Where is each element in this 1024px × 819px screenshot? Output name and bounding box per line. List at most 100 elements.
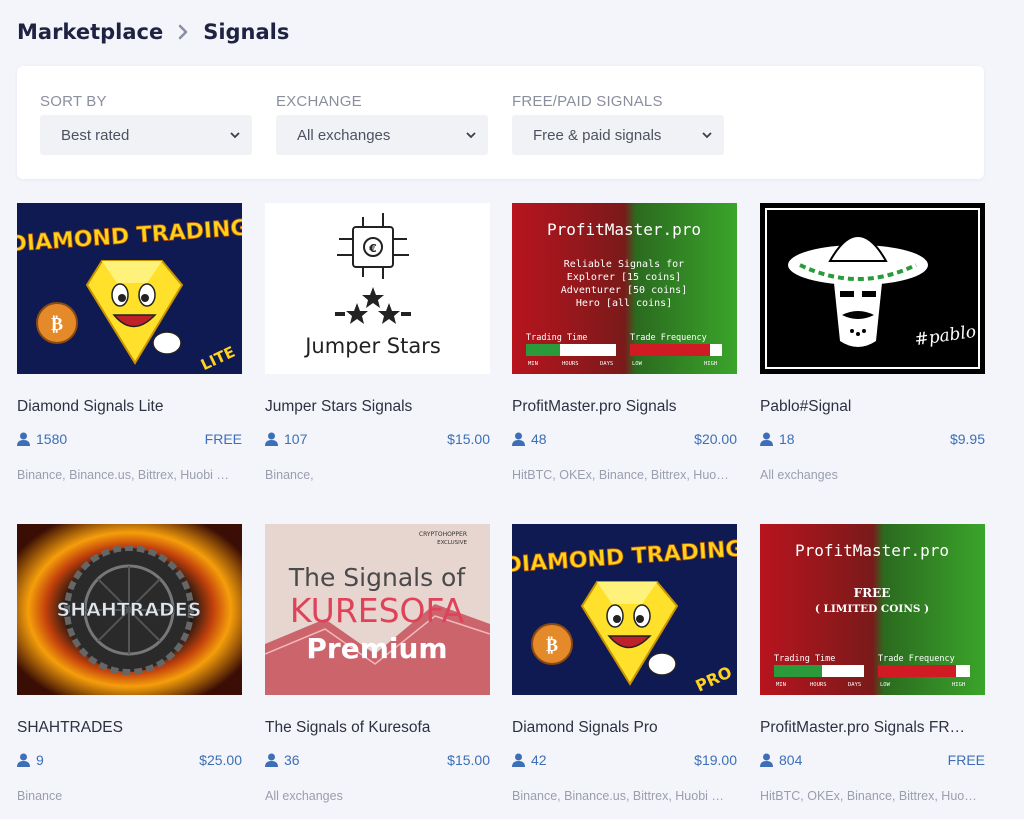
profitmaster-image: ProfitMaster.pro Reliable Signals for Ex… [512, 203, 737, 374]
thumb-line: KURESOFA [290, 591, 465, 630]
breadcrumb-marketplace[interactable]: Marketplace [17, 20, 163, 44]
type-filter: FREE/PAID SIGNALS Free & paid signals [512, 93, 724, 155]
thumb-scale: MIN [528, 361, 538, 367]
signal-thumbnail[interactable]: SHAHTRADES [17, 524, 242, 695]
thumb-badge: EXCLUSIVE [437, 540, 467, 546]
subscriber-number: 107 [284, 431, 308, 447]
card-meta: 804 FREE [760, 751, 985, 769]
subscriber-count: 804 [760, 752, 802, 768]
shahtrades-image: SHAHTRADES [17, 524, 242, 695]
price: FREE [947, 752, 985, 768]
thumb-trading-time: Trading Time [774, 654, 835, 664]
price: FREE [204, 431, 242, 447]
price: $19.00 [694, 752, 737, 768]
breadcrumb: Marketplace Signals [17, 16, 289, 48]
signal-thumbnail[interactable]: € Jumper Stars [265, 203, 490, 374]
thumb-text: Jumper Stars [303, 334, 441, 358]
thumb-scale: HOURS [562, 361, 579, 367]
subscriber-number: 804 [779, 752, 803, 768]
jumper-stars-image: € Jumper Stars [265, 203, 490, 374]
subscriber-count: 48 [512, 431, 547, 447]
card-title[interactable]: Diamond Signals Pro [512, 719, 737, 739]
card-meta: 107 $15.00 [265, 430, 490, 448]
type-select[interactable]: Free & paid signals [512, 115, 724, 155]
card-title[interactable]: The Signals of Kuresofa [265, 719, 490, 739]
chevron-right-icon [178, 24, 188, 40]
signal-thumbnail[interactable]: DIAMOND TRADING ₿ PRO [512, 524, 737, 695]
card-meta: 9 $25.00 [17, 751, 242, 769]
user-icon [760, 753, 773, 767]
exchange-list: HitBTC, OKEx, Binance, Bittrex, Huo… [512, 468, 729, 482]
exchange-list: Binance [17, 789, 63, 803]
card-meta: 48 $20.00 [512, 430, 737, 448]
thumb-line: Premium [306, 632, 447, 665]
diamond-trading-image: DIAMOND TRADING ₿ PRO [512, 524, 737, 695]
exchange-list: All exchanges [265, 789, 343, 803]
thumb-scale: DAYS [600, 361, 613, 367]
signal-thumbnail[interactable]: CRYPTOHOPPER EXCLUSIVE The Signals of KU… [265, 524, 490, 695]
thumb-text: SHAHTRADES [57, 599, 202, 621]
user-icon [265, 753, 278, 767]
subscriber-count: 1580 [17, 431, 67, 447]
sort-value: Best rated [61, 126, 130, 144]
thumb-scale: DAYS [848, 682, 861, 688]
exchange-value: All exchanges [297, 126, 391, 144]
card-title[interactable]: ProfitMaster.pro Signals FR… [760, 719, 985, 739]
price: $15.00 [447, 752, 490, 768]
thumb-badge: CRYPTOHOPPER [419, 531, 467, 538]
exchange-list: All exchanges [760, 468, 838, 482]
user-icon [760, 432, 773, 446]
user-icon [512, 432, 525, 446]
signal-thumbnail[interactable]: ProfitMaster.pro Reliable Signals for Ex… [512, 203, 737, 374]
thumb-line: Hero [all coins] [576, 298, 672, 309]
signal-thumbnail[interactable]: #pablo [760, 203, 985, 374]
price: $9.95 [949, 431, 985, 447]
card-title[interactable]: Diamond Signals Lite [17, 398, 242, 418]
filters-panel: SORT BY Best rated EXCHANGE All exchange… [17, 66, 984, 179]
type-label: FREE/PAID SIGNALS [512, 93, 663, 110]
signal-card[interactable]: ProfitMaster.pro FREE ( LIMITED COINS ) … [760, 524, 985, 805]
signal-card[interactable]: € Jumper Stars Jumper Stars Signals 107 … [265, 203, 490, 484]
signal-card[interactable]: CRYPTOHOPPER EXCLUSIVE The Signals of KU… [265, 524, 490, 805]
card-meta: 42 $19.00 [512, 751, 737, 769]
pablo-image: #pablo [760, 203, 985, 374]
thumb-line: The Signals of [288, 563, 467, 592]
exchange-select[interactable]: All exchanges [276, 115, 488, 155]
thumb-scale: LOW [632, 361, 643, 367]
exchange-list: Binance, Binance.us, Bittrex, Huobi … [512, 789, 724, 803]
page-title: Signals [203, 20, 290, 44]
subscriber-number: 1580 [36, 431, 68, 447]
user-icon [265, 432, 278, 446]
signal-card[interactable]: DIAMOND TRADING ₿ LITE Diamond Signals L… [17, 203, 242, 484]
thumb-trading-time: Trading Time [526, 333, 587, 343]
user-icon [17, 432, 30, 446]
signal-card[interactable]: SHAHTRADES SHAHTRADES 9 $25.00 Binance [17, 524, 242, 805]
thumb-trade-frequency: Trade Frequency [630, 333, 707, 343]
card-title[interactable]: Jumper Stars Signals [265, 398, 490, 418]
sort-select[interactable]: Best rated [40, 115, 252, 155]
subscriber-number: 18 [779, 431, 795, 447]
signal-thumbnail[interactable]: DIAMOND TRADING ₿ LITE [17, 203, 242, 374]
subscriber-number: 42 [531, 752, 547, 768]
thumb-scale: MIN [776, 682, 786, 688]
thumb-scale: LOW [880, 682, 891, 688]
svg-text:€: € [368, 242, 377, 255]
thumb-header: ProfitMaster.pro [547, 220, 701, 239]
price: $20.00 [694, 431, 737, 447]
chevron-down-icon [230, 132, 240, 139]
subscriber-number: 9 [36, 752, 44, 768]
card-title[interactable]: ProfitMaster.pro Signals [512, 398, 737, 418]
chevron-down-icon [702, 132, 712, 139]
card-title[interactable]: Pablo#Signal [760, 398, 985, 418]
subscriber-number: 36 [284, 752, 300, 768]
user-icon [17, 753, 30, 767]
signal-thumbnail[interactable]: ProfitMaster.pro FREE ( LIMITED COINS ) … [760, 524, 985, 695]
signal-card[interactable]: ProfitMaster.pro Reliable Signals for Ex… [512, 203, 737, 484]
signal-card[interactable]: DIAMOND TRADING ₿ PRO Diamond Signals Pr… [512, 524, 737, 805]
card-title[interactable]: SHAHTRADES [17, 719, 242, 739]
thumb-line: Adventurer [50 coins] [561, 285, 687, 296]
type-value: Free & paid signals [533, 126, 662, 144]
thumb-header: ProfitMaster.pro [795, 541, 949, 560]
signal-card[interactable]: #pablo Pablo#Signal 18 $9.95 All exchang… [760, 203, 985, 484]
card-meta: 18 $9.95 [760, 430, 985, 448]
